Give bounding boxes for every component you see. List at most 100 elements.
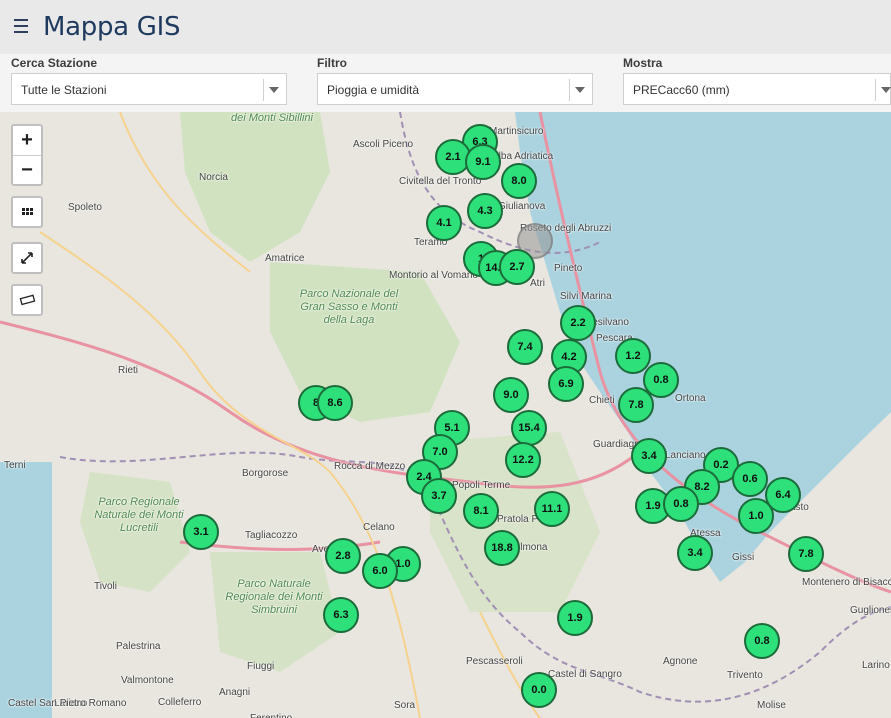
station-value-label: 5.1 (444, 422, 460, 434)
place-label: Alba Adriatica (492, 151, 554, 162)
place-label: Valmontone (121, 675, 174, 686)
station-value-label: 2.2 (570, 317, 586, 329)
station-marker[interactable]: 3.4 (677, 535, 713, 571)
station-value-label: 9.1 (475, 156, 491, 168)
station-marker[interactable]: 6.0 (362, 553, 398, 589)
station-value-label: 1.9 (567, 612, 583, 624)
station-marker[interactable]: 0.6 (732, 461, 768, 497)
station-marker[interactable]: 4.3 (467, 193, 503, 229)
station-marker[interactable]: 8.1 (463, 493, 499, 529)
place-label: Castel di Sangro (548, 669, 622, 680)
station-marker[interactable]: 11.1 (534, 491, 570, 527)
station-marker[interactable]: 18.8 (484, 530, 520, 566)
chevron-down-icon (575, 87, 585, 93)
station-value-label: 7.0 (432, 446, 448, 458)
station-value-label: 0.8 (673, 498, 689, 510)
place-label: Castel San Pietro Romano (8, 698, 127, 709)
station-marker[interactable]: 7.4 (507, 329, 543, 365)
place-label: Rieti (118, 365, 139, 376)
station-value-label: 8.2 (694, 481, 710, 493)
station-marker[interactable]: 7.8 (618, 387, 654, 423)
place-label: Ferentino (250, 713, 292, 718)
station-marker[interactable]: 12.2 (505, 442, 541, 478)
place-label: Palestrina (116, 641, 161, 652)
ruler-icon (19, 294, 36, 306)
station-marker[interactable]: 3.1 (183, 514, 219, 550)
place-label: Silvi Marina (560, 291, 612, 302)
place-label: Tivoli (94, 581, 117, 592)
station-marker[interactable]: 0.0 (521, 672, 557, 708)
show-select[interactable]: PRECacc60 (mm) (623, 73, 891, 105)
grid-view-button[interactable] (11, 196, 43, 228)
fullscreen-button[interactable] (11, 242, 43, 274)
station-marker[interactable]: 6.3 (323, 597, 359, 633)
station-search-select[interactable]: Tutte le Stazioni (11, 73, 287, 105)
place-label: Spoleto (68, 202, 102, 213)
gis-map[interactable]: dei Monti Sibillini Ascoli Piceno Martinsi… (0, 112, 891, 718)
station-marker[interactable]: 4.1 (426, 205, 462, 241)
station-value-label: 3.4 (687, 547, 703, 559)
chevron-down-icon (269, 87, 279, 93)
station-marker[interactable]: 8.6 (317, 385, 353, 421)
place-label: Giulianova (498, 201, 546, 212)
station-marker[interactable]: 0.8 (744, 623, 780, 659)
station-marker[interactable]: 2.7 (499, 249, 535, 285)
filter-select[interactable]: Pioggia e umidità (317, 73, 593, 105)
station-marker[interactable]: 3.4 (631, 438, 667, 474)
station-marker[interactable]: 3.7 (421, 478, 457, 514)
station-marker[interactable]: 9.1 (465, 144, 501, 180)
station-marker[interactable]: 15.4 (511, 410, 547, 446)
station-value-label: 9.0 (503, 389, 519, 401)
select-separator (569, 79, 570, 101)
station-value-label: 7.4 (517, 341, 533, 353)
filter-bar: Cerca Stazione Tutte le Stazioni Filtro … (0, 54, 891, 112)
place-label: Tagliacozzo (245, 530, 298, 541)
station-value-label: 2.8 (335, 550, 351, 562)
station-marker[interactable]: 1.0 (738, 498, 774, 534)
place-label: Trivento (727, 670, 763, 681)
station-value-label: 6.4 (775, 489, 791, 501)
measure-button[interactable] (11, 284, 43, 316)
station-value-label: 1.2 (625, 350, 641, 362)
station-marker[interactable]: 9.0 (493, 377, 529, 413)
place-label: Chieti (589, 395, 615, 406)
station-marker[interactable]: 2.8 (325, 538, 361, 574)
place-label: Montenero di Bisaccia (802, 577, 891, 588)
station-value-label: 0.2 (713, 459, 729, 471)
station-search-value: Tutte le Stazioni (21, 83, 107, 97)
place-label: Amatrice (265, 253, 305, 264)
station-value-label: 11.1 (541, 503, 563, 515)
place-label: Molise (757, 700, 786, 711)
station-value-label: 6.0 (372, 565, 388, 577)
station-value-label: 8.6 (327, 397, 343, 409)
show-label: Mostra (623, 56, 663, 70)
place-label: Gissi (732, 552, 755, 563)
place-label: Rocca di Mezzo (334, 461, 406, 472)
place-label: Atri (530, 278, 545, 289)
filter-label: Filtro (317, 56, 347, 70)
select-separator (263, 79, 264, 101)
place-label: Terni (4, 460, 26, 471)
place-label: Borgorose (242, 468, 289, 479)
place-label: Parco Nazionale del Gran Sasso e Monti d… (299, 288, 399, 326)
place-label: Montorio al Vomano (389, 270, 478, 281)
station-marker[interactable]: 7.8 (788, 536, 824, 572)
place-label: Pescasseroli (466, 656, 523, 667)
station-value-label: 2.7 (509, 261, 525, 273)
station-marker[interactable]: 1.9 (557, 600, 593, 636)
station-marker[interactable]: 2.2 (560, 305, 596, 341)
station-value-label: 4.3 (477, 205, 493, 217)
station-value-label: 2.1 (445, 151, 461, 163)
station-value-label: 0.0 (531, 684, 547, 696)
hamburger-menu-icon[interactable] (14, 15, 28, 35)
station-marker[interactable]: 6.9 (548, 366, 584, 402)
station-value-label: 18.8 (491, 542, 513, 554)
station-marker[interactable]: 8.0 (501, 163, 537, 199)
zoom-in-button[interactable]: + (13, 126, 41, 155)
show-value: PRECacc60 (mm) (633, 83, 730, 97)
place-label: Martinsicuro (489, 126, 544, 137)
station-marker[interactable]: 0.8 (663, 486, 699, 522)
zoom-out-button[interactable]: − (13, 156, 41, 185)
app-header: Mappa GIS (0, 0, 891, 55)
park-area (180, 112, 330, 262)
